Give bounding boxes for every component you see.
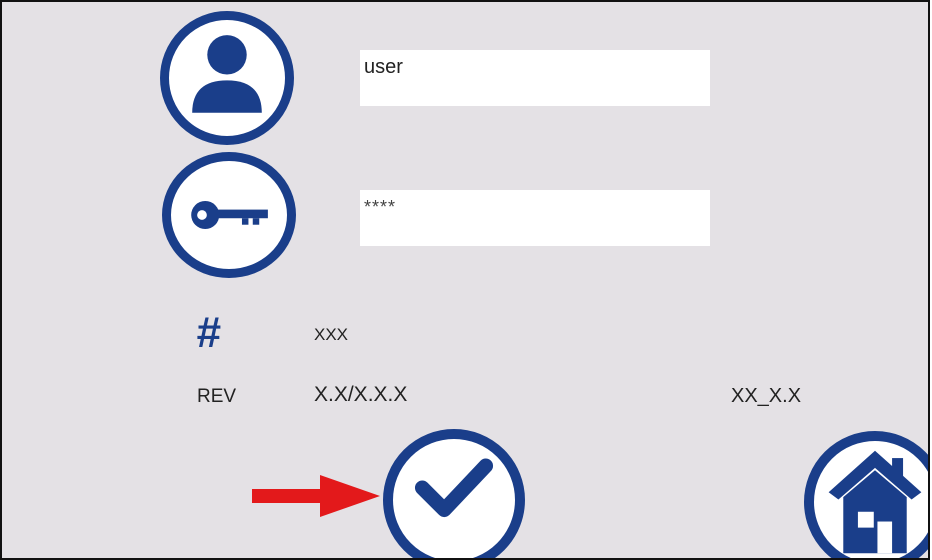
checkmark-icon (414, 458, 494, 518)
confirm-button[interactable] (383, 429, 525, 558)
revision-value: X.X/X.X.X (314, 383, 408, 406)
serial-number-value: XXX (314, 325, 349, 344)
username-value: user (364, 56, 403, 78)
home-icon (828, 450, 922, 554)
key-icon-graphic (191, 200, 268, 230)
key-icon (162, 152, 296, 278)
user-icon-graphic (192, 35, 262, 113)
username-field[interactable]: user (360, 50, 710, 106)
user-icon (160, 11, 294, 145)
login-screen: user **** # XXX REV X.X/X.X.X XX_X.X (0, 0, 930, 560)
password-value: **** (364, 197, 397, 217)
home-button[interactable] (804, 431, 928, 558)
revision-secondary-value: XX_X.X (731, 385, 802, 407)
revision-label: REV (197, 386, 237, 407)
red-arrow-pointer (252, 475, 380, 517)
serial-number-icon: # (196, 308, 221, 357)
password-field[interactable]: **** (360, 190, 710, 246)
